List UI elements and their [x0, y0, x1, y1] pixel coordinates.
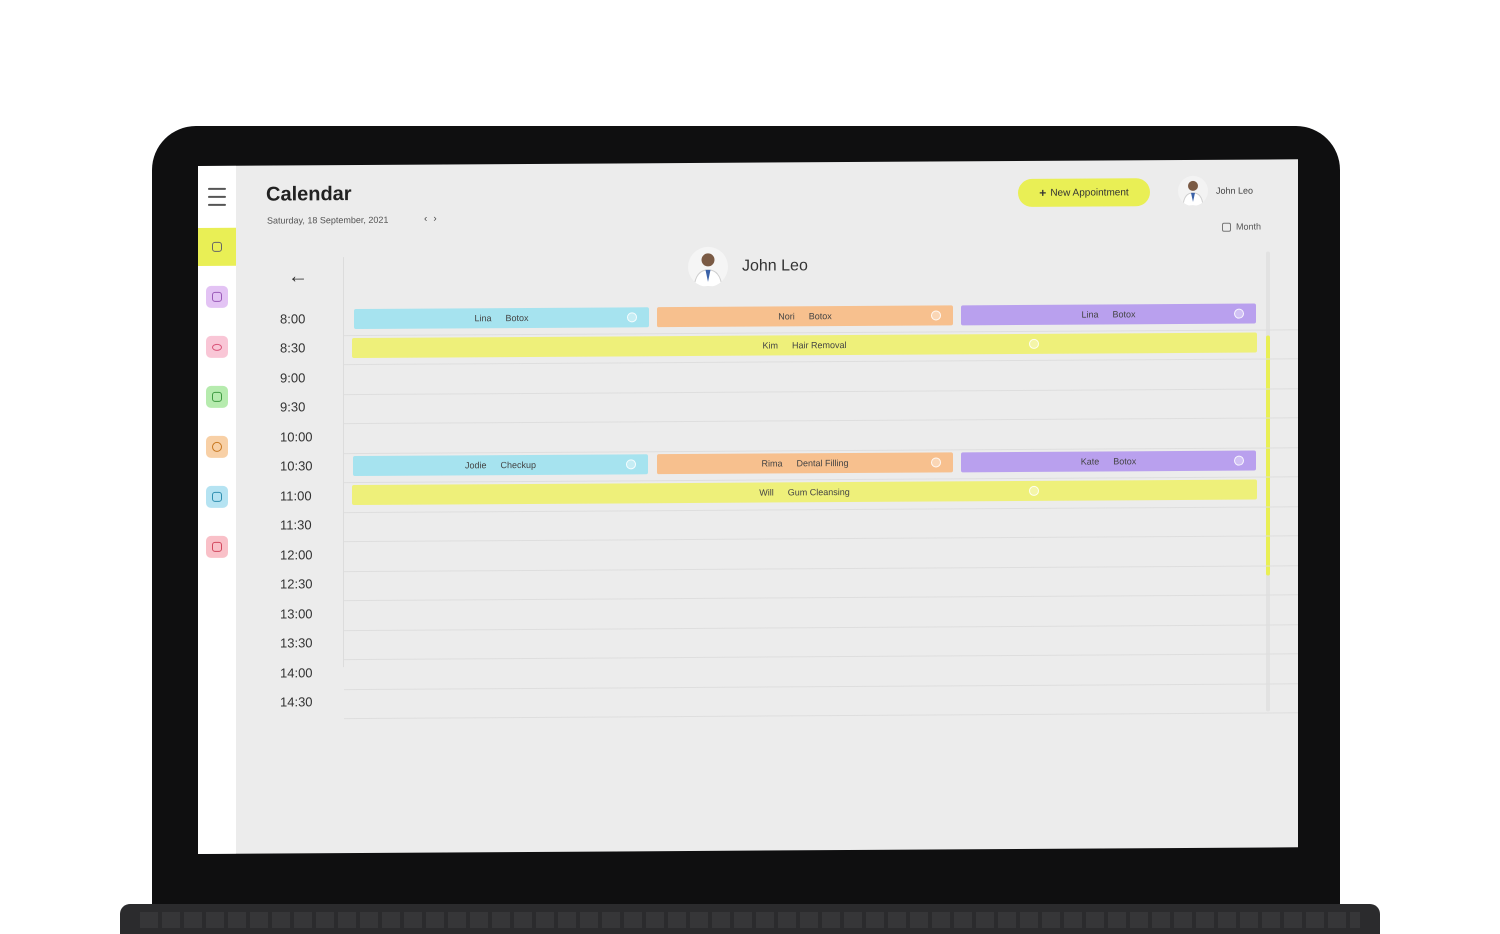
- document-icon: [212, 291, 222, 302]
- back-arrow-icon[interactable]: ←: [288, 265, 308, 288]
- time-label: 14:00: [280, 665, 313, 681]
- doctor-name: John Leo: [742, 257, 808, 275]
- time-label: 8:00: [280, 311, 306, 327]
- appointment-card[interactable]: Lina Botox: [354, 307, 649, 330]
- month-label: Month: [1236, 221, 1262, 232]
- user-name[interactable]: John Leo: [1216, 186, 1253, 196]
- next-date-button[interactable]: ›: [433, 214, 442, 225]
- appointment-card[interactable]: Jodie Checkup: [353, 454, 648, 477]
- patient-name: Will: [759, 487, 774, 498]
- appointment-card[interactable]: Lina Botox: [961, 303, 1256, 326]
- sidebar-item-documents[interactable]: [198, 278, 236, 316]
- appointment-card[interactable]: Kim Hair Removal: [352, 332, 1257, 359]
- sidebar-item-settings[interactable]: [198, 428, 236, 466]
- date-navigation: ‹›: [424, 214, 443, 225]
- menu-button[interactable]: [198, 178, 236, 216]
- calendar-icon: [212, 241, 222, 252]
- info-icon[interactable]: [1029, 485, 1039, 496]
- service-name: Botox: [808, 311, 832, 322]
- plus-icon: +: [1039, 185, 1047, 200]
- info-icon[interactable]: [1234, 455, 1244, 466]
- patient-name: Kim: [762, 340, 778, 351]
- time-label: 11:30: [280, 517, 312, 533]
- appointment-card[interactable]: Will Gum Cleansing: [352, 479, 1257, 506]
- lips-icon: [212, 343, 222, 351]
- time-label: 9:00: [280, 370, 306, 386]
- sidebar: [198, 165, 236, 854]
- time-label: 10:30: [280, 458, 313, 474]
- sidebar-item-list[interactable]: [198, 378, 236, 416]
- sidebar-item-calendar[interactable]: [198, 227, 236, 266]
- service-name: Dental Filling: [796, 458, 849, 469]
- patient-name: Lina: [474, 313, 492, 324]
- patient-name: Rima: [761, 458, 783, 469]
- service-name: Gum Cleansing: [787, 487, 850, 498]
- scrollbar-thumb[interactable]: [1266, 335, 1270, 576]
- grid-divider: [343, 257, 344, 668]
- app-screen: Calendar Saturday, 18 September, 2021 ‹›…: [198, 159, 1298, 854]
- doctor-header: John Leo: [688, 246, 808, 288]
- info-icon[interactable]: [627, 312, 637, 323]
- service-name: Checkup: [500, 459, 537, 471]
- doctor-avatar: [688, 246, 728, 288]
- appointment-card[interactable]: Nori Botox: [657, 305, 953, 328]
- service-name: Botox: [1113, 456, 1137, 467]
- info-icon[interactable]: [1234, 308, 1244, 319]
- service-name: Hair Removal: [791, 340, 847, 351]
- time-label: 10:00: [280, 429, 313, 445]
- time-label: 12:30: [280, 576, 313, 592]
- appointment-card[interactable]: Kate Botox: [961, 450, 1256, 473]
- info-icon[interactable]: [626, 459, 636, 470]
- time-label: 13:30: [280, 635, 313, 651]
- appointment-card[interactable]: Rima Dental Filling: [657, 452, 953, 475]
- patient-name: Nori: [778, 311, 795, 322]
- time-label: 8:30: [280, 340, 306, 356]
- patient-name: Kate: [1080, 456, 1100, 467]
- month-checkbox[interactable]: [1222, 222, 1231, 232]
- month-toggle[interactable]: Month: [1222, 222, 1261, 232]
- new-appointment-label: New Appointment: [1050, 186, 1129, 199]
- time-label: 14:30: [280, 694, 313, 710]
- logout-icon: [212, 541, 222, 552]
- new-appointment-button[interactable]: + New Appointment: [1018, 178, 1150, 207]
- prev-date-button[interactable]: ‹: [424, 214, 433, 225]
- info-icon[interactable]: [1029, 338, 1039, 349]
- avatar[interactable]: [1178, 175, 1208, 207]
- list-icon: [212, 391, 222, 402]
- patient-name: Lina: [1081, 309, 1099, 320]
- time-label: 11:00: [280, 488, 312, 504]
- sidebar-item-cosmetics[interactable]: [198, 328, 236, 366]
- patient-name: Jodie: [464, 460, 487, 471]
- info-icon[interactable]: [931, 457, 941, 468]
- service-name: Botox: [505, 312, 529, 324]
- sidebar-item-work[interactable]: [198, 478, 236, 516]
- info-icon[interactable]: [931, 310, 941, 321]
- time-label: 12:00: [280, 547, 313, 563]
- menu-icon: [208, 187, 226, 190]
- sidebar-item-logout[interactable]: [198, 528, 236, 566]
- time-label: 9:30: [280, 399, 306, 415]
- laptop-keyboard: [140, 912, 1360, 928]
- hexagon-icon: [212, 441, 222, 452]
- briefcase-icon: [212, 491, 222, 502]
- service-name: Botox: [1112, 309, 1136, 320]
- time-label: 13:00: [280, 606, 313, 622]
- current-date: Saturday, 18 September, 2021: [267, 214, 389, 226]
- page-title: Calendar: [266, 183, 352, 206]
